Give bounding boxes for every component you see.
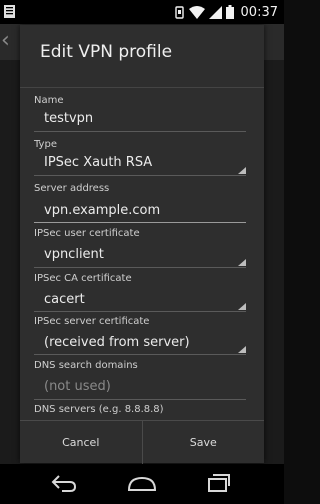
status-time: 00:37	[240, 4, 278, 20]
server-certificate-dropdown-icon[interactable]	[238, 346, 246, 353]
server-certificate-label: IPSec server certificate	[34, 316, 150, 327]
name-underline	[34, 131, 246, 132]
dialog-button-bar: Cancel Save	[20, 420, 264, 464]
type-label: Type	[34, 139, 57, 150]
type-underline	[34, 175, 246, 176]
alarm-icon	[174, 5, 184, 19]
dns-search-domains-input[interactable]: (not used)	[44, 379, 111, 394]
dns-search-domains-label: DNS search domains	[34, 360, 138, 371]
navigation-bar	[0, 464, 284, 504]
user-certificate-underline	[34, 267, 246, 268]
signal-icon	[208, 5, 222, 19]
server-address-label: Server address	[34, 183, 110, 194]
recents-icon[interactable]	[206, 472, 232, 494]
ca-certificate-underline	[34, 311, 246, 312]
type-dropdown-icon[interactable]	[238, 167, 246, 174]
notification-icon	[4, 5, 15, 18]
title-divider	[20, 87, 264, 88]
ca-certificate-label: IPSec CA certificate	[34, 273, 132, 284]
status-bar: 00:37	[0, 0, 284, 24]
wifi-icon	[188, 5, 205, 19]
battery-icon	[225, 5, 234, 19]
back-icon[interactable]	[50, 472, 78, 494]
edit-vpn-dialog: Edit VPN profile Name testvpn Type IPSec…	[20, 25, 264, 464]
chevron-left-icon: ‹	[1, 28, 10, 53]
server-address-input[interactable]: vpn.example.com	[44, 203, 160, 218]
ca-certificate-dropdown-icon[interactable]	[238, 303, 246, 310]
dialog-title: Edit VPN profile	[40, 42, 173, 62]
server-address-underline	[34, 222, 246, 223]
save-button[interactable]: Save	[141, 421, 265, 464]
type-spinner[interactable]: IPSec Xauth RSA	[44, 155, 152, 170]
dns-servers-label: DNS servers (e.g. 8.8.8.8)	[34, 404, 164, 415]
home-icon[interactable]	[126, 472, 158, 494]
cancel-button[interactable]: Cancel	[20, 421, 142, 464]
user-certificate-dropdown-icon[interactable]	[238, 259, 246, 266]
server-certificate-underline	[34, 354, 246, 355]
user-certificate-label: IPSec user certificate	[34, 228, 140, 239]
user-certificate-spinner[interactable]: vpnclient	[44, 247, 104, 262]
name-input[interactable]: testvpn	[44, 111, 93, 126]
ca-certificate-spinner[interactable]: cacert	[44, 292, 85, 307]
name-label: Name	[34, 95, 64, 106]
server-certificate-spinner[interactable]: (received from server)	[44, 335, 190, 350]
dns-search-domains-underline	[34, 399, 246, 400]
